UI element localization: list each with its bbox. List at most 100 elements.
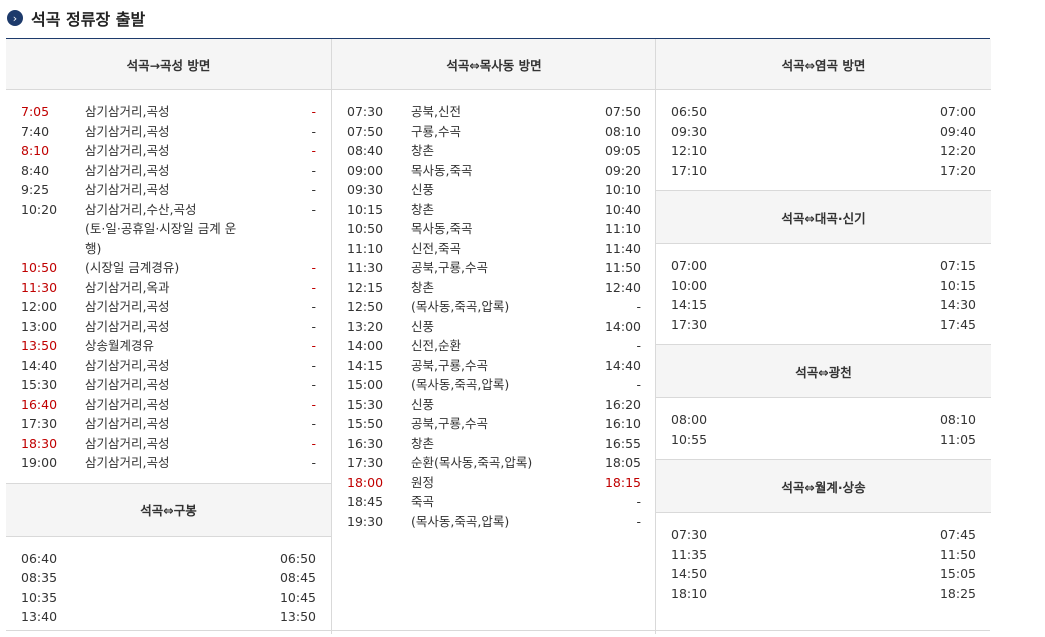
route-via: 창촌 <box>411 279 435 295</box>
schedule-row: 18:10 18:25 <box>656 584 991 604</box>
route-via: 목사동,죽곡 <box>411 221 473 236</box>
arrival-time: 09:40 <box>939 123 976 139</box>
departure-time: 14:40 <box>21 357 58 373</box>
route-via: 구룡,수곡 <box>411 123 461 139</box>
arrival-time: 16:10 <box>604 416 641 431</box>
arrival-time: 09:20 <box>604 162 641 178</box>
route-via <box>735 410 916 430</box>
arrival-time: - <box>636 494 641 509</box>
schedule-row: 08:35 08:45 <box>6 568 331 588</box>
departure-time: 13:20 <box>347 318 384 334</box>
route-via: 신풍 <box>411 396 435 412</box>
departure-time: 09:30 <box>347 182 384 197</box>
route-via: 죽곡 <box>411 494 435 509</box>
route-via: 삼기삼거리,곡성 <box>85 318 170 334</box>
route-via: (토·일·공휴일·시장일 금계 운 <box>85 221 237 236</box>
schedule-row: 7:40 삼기삼거리,곡성 - <box>6 122 331 142</box>
schedule-row: 14:50 15:05 <box>656 564 991 584</box>
arrival-time: 11:50 <box>939 546 976 562</box>
schedule-row: 06:50 07:00 <box>656 102 991 122</box>
route-via: 신풍 <box>411 318 435 334</box>
arrival-time: - <box>636 338 641 353</box>
schedule-row: 15:00 (목사동,죽곡,압록) - <box>332 375 656 395</box>
route-via: 삼기삼거리,곡성 <box>85 299 170 314</box>
schedule-row: 15:50 공북,구룡,수곡 16:10 <box>332 414 656 434</box>
schedule-row: 09:30 신풍 10:10 <box>332 180 656 200</box>
schedule-row: 12:00 삼기삼거리,곡성 - <box>6 297 331 317</box>
departure-time: 10:35 <box>21 589 58 605</box>
schedule-row: 14:00 신전,순환 - <box>332 336 656 356</box>
route-via: 순환(목사동,죽곡,압록) <box>411 455 533 470</box>
route-via: (목사동,죽곡,압록) <box>411 377 510 392</box>
arrival-time: 10:10 <box>604 182 641 197</box>
route-via <box>85 588 256 608</box>
route-via <box>735 545 916 565</box>
schedule-row: 12:50 (목사동,죽곡,압록) - <box>332 297 656 317</box>
page-title-text: 석곡 정류장 출발 <box>31 10 146 29</box>
arrival-time: - <box>636 513 641 529</box>
arrival-time <box>256 219 331 239</box>
departure-time: 18:10 <box>671 585 708 601</box>
route-via: (시장일 금계경유) <box>85 260 180 275</box>
route-via: 삼기삼거리,곡성 <box>85 455 170 470</box>
route-via <box>735 525 916 545</box>
arrival-time: - <box>311 143 316 158</box>
schedule-row: 13:00 삼기삼거리,곡성 - <box>6 317 331 337</box>
schedule-row: 07:30 07:45 <box>656 525 991 545</box>
departure-time: 9:25 <box>21 182 50 197</box>
route-via: 공북,신전 <box>411 104 461 119</box>
route-via: 신전,순환 <box>411 338 461 353</box>
schedule-row: 14:15 공북,구룡,수곡 14:40 <box>332 356 656 376</box>
departure-time: 13:40 <box>21 609 58 624</box>
arrival-time: - <box>311 182 316 197</box>
departure-time: 11:10 <box>347 240 384 256</box>
schedule-row: 16:30 창촌 16:55 <box>332 434 656 454</box>
route-via <box>735 295 916 315</box>
section-header-daegok: 석곡⇔대곡·신기 <box>656 190 991 244</box>
arrival-time: - <box>311 416 316 431</box>
departure-time: 12:00 <box>21 299 58 314</box>
schedule-row: 9:25 삼기삼거리,곡성 - <box>6 180 331 200</box>
arrival-time: - <box>311 260 316 275</box>
departure-time: 15:00 <box>347 377 384 392</box>
schedule-row: 13:20 신풍 14:00 <box>332 317 656 337</box>
schedule-row: 14:40 삼기삼거리,곡성 - <box>6 356 331 376</box>
schedule-goksung: 7:05 삼기삼거리,곡성 -7:40 삼기삼거리,곡성 -8:10 삼기삼거리,곡성 -8… <box>6 90 331 483</box>
departure-time: 10:20 <box>21 201 58 217</box>
departure-time: 17:30 <box>671 316 708 332</box>
route-via <box>85 607 256 627</box>
schedule-row: 12:15 창촌 12:40 <box>332 278 656 298</box>
arrival-time: 09:05 <box>604 143 641 158</box>
route-via: 삼기삼거리,옥과 <box>85 279 170 295</box>
route-via: 삼기삼거리,곡성 <box>85 162 170 178</box>
arrival-time: 12:20 <box>939 143 976 158</box>
route-via: 삼기삼거리,곡성 <box>85 435 170 451</box>
arrival-time: 06:50 <box>279 550 316 566</box>
route-via <box>735 584 916 604</box>
departure-time: 18:00 <box>347 474 384 490</box>
route-via: 삼기삼거리,곡성 <box>85 182 170 197</box>
arrival-time: 17:45 <box>939 316 976 332</box>
schedule-row: 10:50 (시장일 금계경유) - <box>6 258 331 278</box>
arrival-time: 10:45 <box>279 589 316 605</box>
departure-time: 07:30 <box>671 527 708 542</box>
route-via: 공북,구룡,수곡 <box>411 260 488 275</box>
schedule-row: 08:00 08:10 <box>656 410 991 430</box>
schedule-row: 19:30 (목사동,죽곡,압록) - <box>332 512 656 532</box>
departure-time: 18:30 <box>21 435 58 451</box>
schedule-row: 행) <box>6 239 331 259</box>
schedule-row: (토·일·공휴일·시장일 금계 운 <box>6 219 331 239</box>
arrival-time: - <box>636 299 641 314</box>
schedule-row: 17:30 17:45 <box>656 315 991 335</box>
departure-time: 15:50 <box>347 416 384 431</box>
departure-time: 10:00 <box>671 277 708 293</box>
route-via: 신전,죽곡 <box>411 240 461 256</box>
schedule-row: 10:00 10:15 <box>656 276 991 296</box>
arrival-time: 17:20 <box>939 162 976 178</box>
schedule-row: 07:00 07:15 <box>656 256 991 276</box>
arrival-time: 10:15 <box>939 277 976 293</box>
route-via <box>735 315 916 335</box>
route-via: (목사동,죽곡,압록) <box>411 513 510 529</box>
departure-time: 14:15 <box>671 297 708 312</box>
schedule-row: 06:40 06:50 <box>6 549 331 569</box>
